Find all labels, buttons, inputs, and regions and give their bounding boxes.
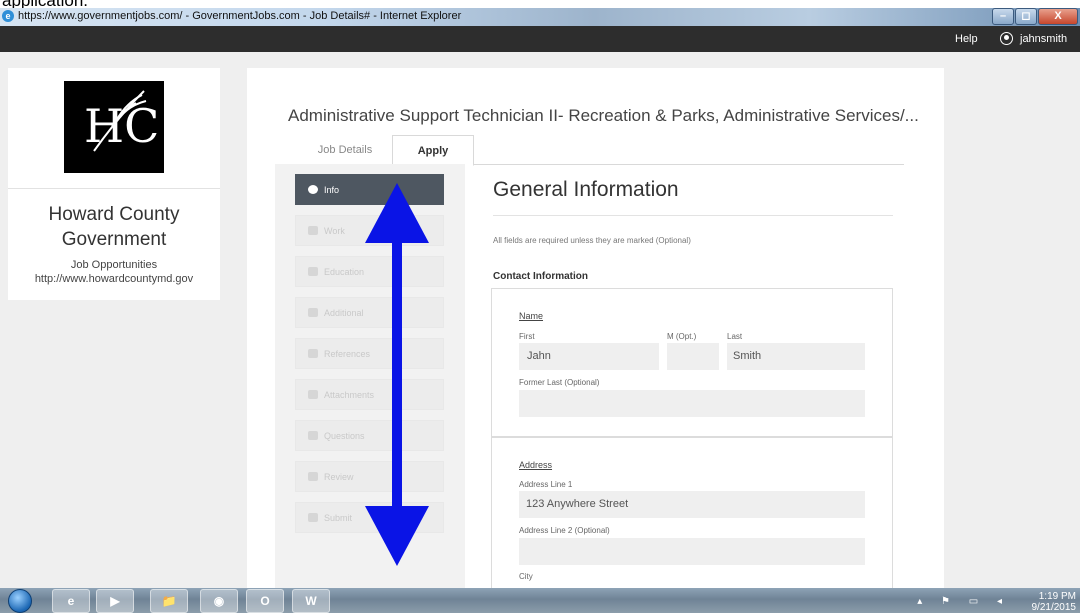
tab-job-details[interactable]: Job Details	[300, 135, 390, 165]
name-section-title: Name	[519, 311, 544, 321]
speech-bubble-icon	[308, 349, 318, 358]
review-icon	[308, 472, 318, 481]
ellipsis-icon	[308, 308, 318, 317]
first-name-label: First	[519, 332, 535, 341]
nav-step-label: Questions	[324, 430, 365, 441]
question-icon	[308, 431, 318, 440]
address-line2-field[interactable]	[519, 538, 865, 565]
info-icon	[308, 185, 318, 194]
double-arrow-annotation	[365, 183, 429, 566]
checkbox-icon	[308, 513, 318, 522]
taskbar-app-ie[interactable]: e	[52, 589, 90, 613]
address-line1-field[interactable]: 123 Anywhere Street	[519, 491, 865, 518]
ie-icon: e	[2, 10, 14, 22]
window-titlebar: e https://www.governmentjobs.com/ - Gove…	[0, 8, 1080, 26]
job-tabs: Job Details Apply	[300, 135, 904, 166]
first-name-field[interactable]: Jahn	[519, 343, 659, 370]
agency-card: HC Howard County Government Job Opportun…	[8, 68, 220, 300]
address-section: Address Address Line 1 123 Anywhere Stre…	[491, 437, 893, 597]
close-button[interactable]: X	[1038, 8, 1078, 25]
taskbar-app-explorer[interactable]: 📁	[150, 589, 188, 613]
nav-step-label: Additional	[324, 307, 364, 318]
user-menu[interactable]: jahnsmith	[1000, 32, 1067, 45]
window-title: https://www.governmentjobs.com/ - Govern…	[18, 10, 462, 22]
taskbar-app-outlook[interactable]: O	[246, 589, 284, 613]
logo-text: HC	[84, 99, 160, 153]
paperclip-icon	[308, 390, 318, 399]
agency-name-line2: Government	[61, 229, 167, 250]
app-topbar: Help jahnsmith	[0, 26, 1080, 52]
minimize-button[interactable]: –	[992, 8, 1014, 25]
nav-step-label: References	[324, 348, 371, 359]
city-label: City	[519, 572, 533, 581]
required-note: All fields are required unless they are …	[493, 236, 691, 245]
address-line1-label: Address Line 1	[519, 480, 573, 489]
clock-date: 9/21/2015	[1031, 602, 1077, 613]
user-icon	[1000, 32, 1013, 45]
taskbar-app-word[interactable]: W	[292, 589, 330, 613]
application-panel: Administrative Support Technician II- Re…	[247, 68, 944, 597]
maximize-button[interactable]: ◻	[1015, 8, 1037, 25]
divider	[493, 215, 893, 216]
agency-name: Howard County Government	[8, 202, 220, 252]
tab-apply[interactable]: Apply	[392, 135, 474, 166]
address-line2-label: Address Line 2 (Optional)	[519, 526, 610, 535]
agency-website-link[interactable]: http://www.howardcountymd.gov	[8, 272, 220, 286]
section-heading: General Information	[493, 178, 679, 201]
nav-step-label: Work	[324, 225, 345, 236]
former-last-field[interactable]	[519, 390, 865, 417]
start-button[interactable]	[8, 589, 32, 613]
job-title: Administrative Support Technician II- Re…	[288, 106, 919, 125]
nav-step-label: Review	[324, 471, 354, 482]
clock-time: 1:19 PM	[1038, 591, 1076, 602]
windows-taskbar: e ▶ 📁 ◉ O W ▴ ⚑ ▭ ◂ 1:19 PM 9/21/2015	[0, 588, 1080, 613]
window-controls: – ◻ X	[991, 8, 1078, 26]
last-name-label: Last	[727, 332, 743, 341]
divider	[8, 188, 220, 189]
taskbar-app-media[interactable]: ▶	[96, 589, 134, 613]
name-section: Name First M (Opt.) Last Jahn Smith Form…	[491, 288, 893, 437]
username: jahnsmith	[1020, 32, 1068, 45]
briefcase-icon	[308, 226, 318, 235]
middle-initial-label: M (Opt.)	[667, 332, 697, 341]
agency-name-line1: Howard County	[48, 204, 180, 225]
help-link[interactable]: Help	[955, 33, 978, 45]
agency-sub: Job Opportunities http://www.howardcount…	[8, 258, 220, 286]
contact-heading: Contact Information	[493, 271, 588, 282]
book-icon	[308, 267, 318, 276]
nav-step-label: Submit	[324, 512, 353, 523]
agency-sub-line1: Job Opportunities	[70, 259, 158, 271]
former-last-label: Former Last (Optional)	[519, 378, 600, 387]
last-name-field[interactable]: Smith	[727, 343, 865, 370]
system-clock[interactable]: 1:19 PM 9/21/2015	[1032, 591, 1077, 613]
taskbar-app-chrome[interactable]: ◉	[200, 589, 238, 613]
system-tray-icons[interactable]: ▴ ⚑ ▭ ◂	[917, 596, 1010, 607]
address-section-title: Address	[519, 460, 553, 470]
nav-step-label: Info	[324, 184, 340, 195]
middle-initial-field[interactable]	[667, 343, 719, 370]
nav-step-label: Education	[324, 266, 365, 277]
agency-logo: HC	[64, 81, 164, 173]
